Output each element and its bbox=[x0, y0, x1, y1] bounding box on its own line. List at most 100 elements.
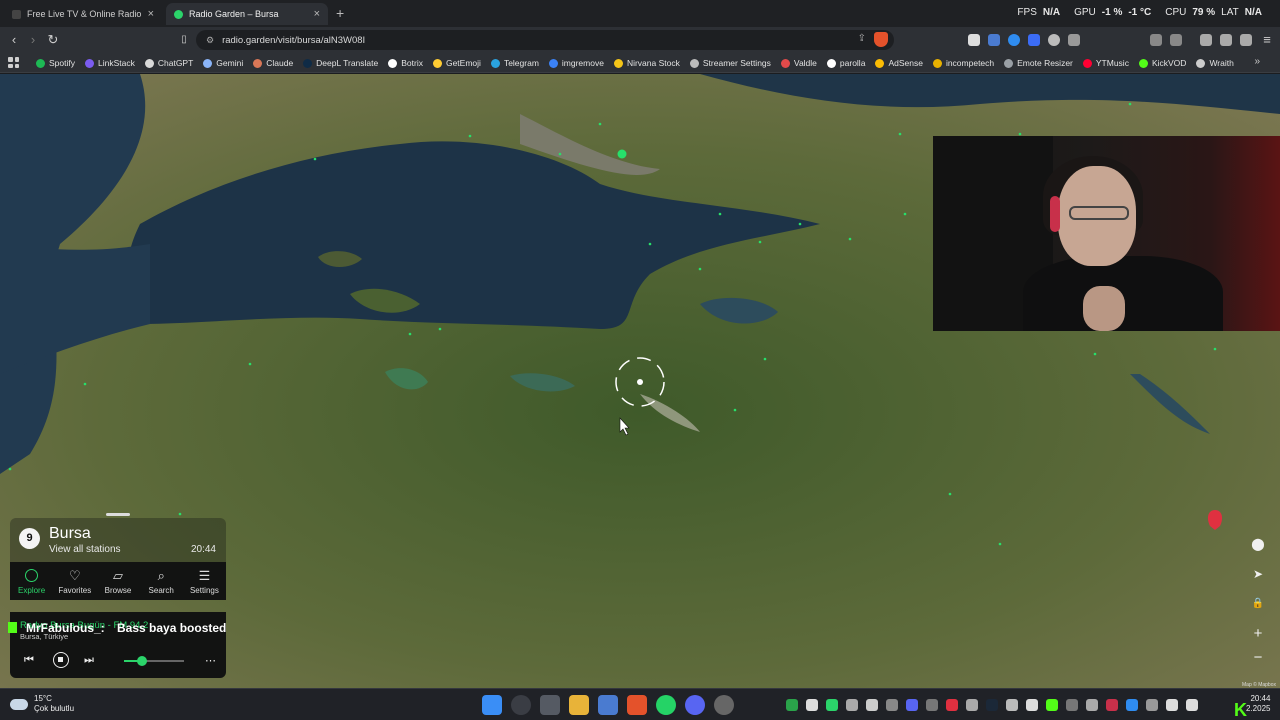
forward-icon[interactable]: › bbox=[24, 31, 42, 49]
previous-icon[interactable]: ⏮ bbox=[24, 654, 34, 667]
extensions-puzzle-icon[interactable] bbox=[1150, 34, 1162, 46]
task-view-icon[interactable] bbox=[540, 695, 560, 715]
tray-app-icon[interactable] bbox=[1006, 699, 1018, 711]
nav-search[interactable]: ⌕ Search bbox=[140, 562, 183, 600]
bookmark-telegram[interactable]: Telegram bbox=[490, 58, 539, 68]
bookmark-label: DeepL Translate bbox=[316, 58, 379, 68]
volume-icon[interactable] bbox=[1186, 699, 1198, 711]
wallet-icon[interactable] bbox=[1220, 34, 1232, 46]
obs-icon[interactable] bbox=[714, 695, 734, 715]
tray-app-icon[interactable] bbox=[1086, 699, 1098, 711]
tray-app-icon[interactable] bbox=[1066, 699, 1078, 711]
bookmark-streamer-settings[interactable]: Streamer Settings bbox=[689, 58, 771, 68]
lock-icon[interactable]: 🔒 bbox=[1250, 596, 1266, 612]
volume-slider[interactable] bbox=[124, 656, 184, 666]
tray-app-icon[interactable] bbox=[806, 699, 818, 711]
leo-ai-icon[interactable] bbox=[1240, 34, 1252, 46]
navigate-icon[interactable]: ➤ bbox=[1250, 566, 1266, 582]
tray-app-icon[interactable] bbox=[886, 699, 898, 711]
bookmark-parolla[interactable]: parolla bbox=[826, 58, 865, 68]
back-icon[interactable]: ‹ bbox=[5, 31, 23, 49]
view-all-stations-link[interactable]: View all stations bbox=[49, 544, 121, 555]
system-clock[interactable]: 20:44 2.2025 bbox=[1246, 694, 1270, 714]
brave-browser-icon[interactable] bbox=[627, 695, 647, 715]
more-bookmarks-icon[interactable]: » bbox=[1254, 56, 1260, 67]
extension-icon[interactable] bbox=[1048, 34, 1060, 46]
station-header[interactable]: 9 Bursa View all stations 20:44 bbox=[10, 518, 226, 562]
close-tab-icon[interactable]: × bbox=[148, 8, 154, 20]
discord-tray-icon[interactable] bbox=[906, 699, 918, 711]
bookmark-imgremove[interactable]: imgremove bbox=[548, 58, 604, 68]
network-icon[interactable] bbox=[1166, 699, 1178, 711]
new-tab-button[interactable]: + bbox=[336, 5, 344, 21]
bookmark-botrix[interactable]: Botrix bbox=[388, 58, 423, 68]
weather-widget[interactable]: 15°C Çok bulutlu bbox=[10, 694, 74, 714]
tray-app-icon[interactable] bbox=[1146, 699, 1158, 711]
bookmark-getemoji[interactable]: GetEmoji bbox=[432, 58, 481, 68]
reload-icon[interactable]: ↻ bbox=[44, 31, 62, 49]
tray-app-icon[interactable] bbox=[966, 699, 978, 711]
nav-favorites[interactable]: ♡ Favorites bbox=[53, 562, 96, 600]
bookmark-nirvana-stock[interactable]: Nirvana Stock bbox=[613, 58, 680, 68]
discord-icon[interactable] bbox=[685, 695, 705, 715]
bookmark-adsense[interactable]: AdSense bbox=[875, 58, 923, 68]
panel-drag-handle[interactable] bbox=[106, 513, 130, 516]
tray-app-icon[interactable] bbox=[946, 699, 958, 711]
tray-app-icon[interactable] bbox=[926, 699, 938, 711]
address-bar[interactable]: ⚙ radio.garden/visit/bursa/alN3W08I ⇪ bbox=[196, 30, 894, 50]
tab-radio-garden[interactable]: Radio Garden – Bursa × bbox=[166, 3, 328, 25]
bookmark-deepl-translate[interactable]: DeepL Translate bbox=[303, 58, 378, 68]
extension-icon[interactable] bbox=[968, 34, 980, 46]
bookmark-claude[interactable]: Claude bbox=[253, 58, 293, 68]
bookmark-spotify[interactable]: Spotify bbox=[36, 58, 75, 68]
bookmark-incompetech[interactable]: incompetech bbox=[932, 58, 994, 68]
tray-app-icon[interactable] bbox=[826, 699, 838, 711]
windows-start-icon[interactable] bbox=[482, 695, 502, 715]
tray-app-icon[interactable] bbox=[1046, 699, 1058, 711]
bookmark-linkstack[interactable]: LinkStack bbox=[85, 58, 135, 68]
next-icon[interactable]: ⏭ bbox=[84, 654, 94, 667]
extension-icon[interactable] bbox=[1008, 34, 1020, 46]
bookmark-emote-resizer[interactable]: Emote Resizer bbox=[1004, 58, 1073, 68]
bookmark-gemini[interactable]: Gemini bbox=[203, 58, 243, 68]
browser-menu-icon[interactable]: ≡ bbox=[1258, 31, 1276, 49]
tray-app-icon[interactable] bbox=[1106, 699, 1118, 711]
tab-free-live-tv[interactable]: Free Live TV & Online Radio Wo × bbox=[4, 3, 162, 25]
nav-browse[interactable]: ▱ Browse bbox=[96, 562, 139, 600]
tray-app-icon[interactable] bbox=[1026, 699, 1038, 711]
bookmark-icon[interactable]: ▯ bbox=[175, 31, 193, 49]
tray-app-icon[interactable] bbox=[866, 699, 878, 711]
more-options-icon[interactable]: ⋯ bbox=[205, 654, 216, 667]
bookmark-kickvod[interactable]: KickVOD bbox=[1138, 58, 1186, 68]
share-icon[interactable]: ⇪ bbox=[858, 33, 866, 44]
steam-icon[interactable] bbox=[986, 699, 998, 711]
store-icon[interactable] bbox=[598, 695, 618, 715]
bluetooth-icon[interactable] bbox=[1126, 699, 1138, 711]
brave-shields-icon[interactable] bbox=[874, 32, 888, 47]
camera-extension-icon[interactable] bbox=[1068, 34, 1080, 46]
zoom-in-icon[interactable]: + bbox=[1250, 626, 1266, 642]
nav-settings[interactable]: ☰ Settings bbox=[183, 562, 226, 600]
whatsapp-icon[interactable] bbox=[656, 695, 676, 715]
zoom-out-icon[interactable]: − bbox=[1250, 650, 1266, 666]
translate-extension-icon[interactable] bbox=[988, 34, 1000, 46]
stop-button[interactable] bbox=[53, 652, 69, 668]
search-icon[interactable] bbox=[511, 695, 531, 715]
location-icon[interactable]: ⬤ bbox=[1250, 536, 1266, 552]
bookmark-ytmusic[interactable]: YTMusic bbox=[1082, 58, 1129, 68]
sidebar-icon[interactable] bbox=[1170, 34, 1182, 46]
tray-app-icon[interactable] bbox=[846, 699, 858, 711]
bookmark-wraith[interactable]: Wraith bbox=[1196, 58, 1234, 68]
file-explorer-icon[interactable] bbox=[569, 695, 589, 715]
bookmark-valdle[interactable]: Valdle bbox=[780, 58, 817, 68]
volume-knob[interactable] bbox=[137, 656, 147, 666]
media-icon[interactable] bbox=[1200, 34, 1212, 46]
bookmark-label: LinkStack bbox=[98, 58, 135, 68]
close-tab-icon[interactable]: × bbox=[314, 8, 320, 20]
extension-icon[interactable] bbox=[1028, 34, 1040, 46]
site-info-icon[interactable]: ⚙ bbox=[206, 35, 214, 46]
xbox-icon[interactable] bbox=[786, 699, 798, 711]
nav-explore[interactable]: Explore bbox=[10, 562, 53, 600]
apps-grid-icon[interactable] bbox=[8, 57, 19, 68]
bookmark-chatgpt[interactable]: ChatGPT bbox=[144, 58, 193, 68]
